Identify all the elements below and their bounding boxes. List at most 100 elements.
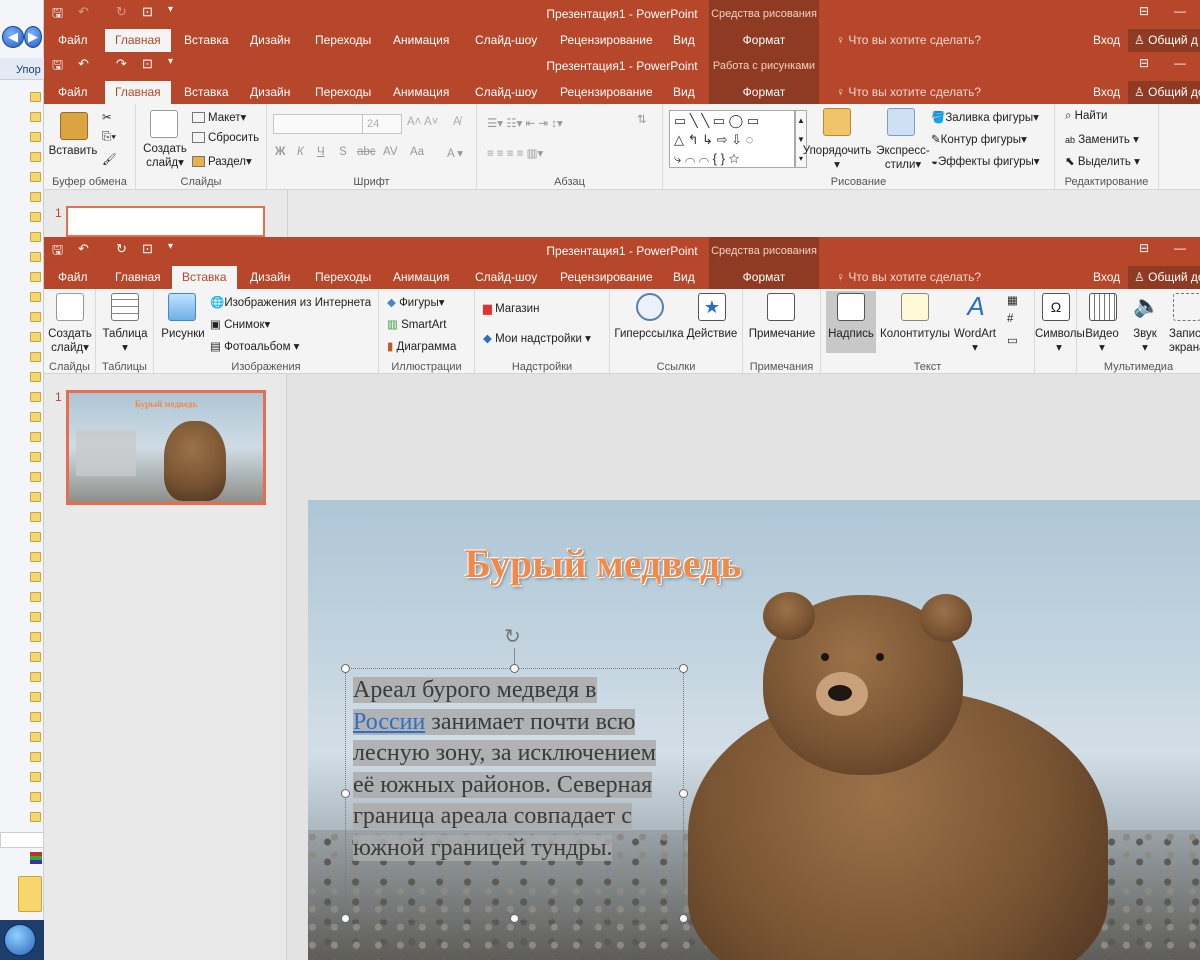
shadow-button[interactable]: S [339,146,347,158]
tab-view[interactable]: Вид [673,33,695,47]
underline-button[interactable]: Ч [317,146,325,158]
forward-arrow-icon[interactable]: ▶ [24,26,42,48]
speaker-icon[interactable]: 🔈 [1133,293,1161,321]
folder-icon[interactable] [30,412,41,422]
tab-animations[interactable]: Анимация [393,85,449,99]
folder-icon[interactable] [30,512,41,522]
resize-handle[interactable] [679,789,688,798]
share-button[interactable]: ♙ Общий д [1128,29,1200,52]
sign-in-link[interactable]: Вход [1093,270,1120,284]
tab-review[interactable]: Рецензирование [560,33,653,47]
font-size-input[interactable]: 24 [362,114,402,134]
slide-thumbnail[interactable]: Бурый медведь [66,390,266,505]
ribbon-options-icon[interactable]: ⊟ [1139,241,1149,255]
section-button[interactable]: Раздел▾ [192,154,252,168]
omega-icon[interactable]: Ω [1042,293,1070,321]
tab-design[interactable]: Дизайн [250,33,290,47]
bold-button[interactable]: Ж [275,146,285,158]
folder-icon[interactable] [30,372,41,382]
font-name-input[interactable] [273,114,363,134]
quick-styles-icon[interactable] [887,108,915,136]
find-button[interactable]: ⌕ Найти [1065,110,1107,123]
paste-icon[interactable] [60,112,88,140]
pictures-button[interactable]: Рисунки [156,327,210,341]
screen-record-button[interactable]: Записьэкрана [1169,327,1200,355]
smartart-button[interactable]: ▥ SmartArt [387,317,446,331]
tab-animations[interactable]: Анимация [393,270,449,284]
arrange-button[interactable]: Упорядочить ▾ [797,144,877,172]
tab-review[interactable]: Рецензирование [560,270,653,284]
folder-icon[interactable] [30,172,41,182]
tab-format[interactable]: Формат [709,263,819,289]
reset-button[interactable]: Сбросить [192,132,259,144]
shapes-gallery[interactable]: ▭ ╲ ╲ ▭ ◯ ▭ △ ↰ ↳ ⇨ ⇩ ◌ ⤷ ⌒ ⌒ { } ☆ [669,110,795,168]
folder-icon[interactable] [30,632,41,642]
tab-file[interactable]: Файл [58,270,88,284]
new-slide-button[interactable]: Создать слайд▾ [44,327,96,355]
tab-review[interactable]: Рецензирование [560,85,653,99]
folder-icon[interactable] [30,192,41,202]
video-icon[interactable] [1089,293,1117,321]
minimize-icon[interactable]: — [1174,241,1186,255]
screenshot-button[interactable]: ▣ Снимок▾ [210,317,270,331]
wordart-icon[interactable]: A [962,293,990,321]
new-slide-icon[interactable] [56,293,84,321]
tab-slideshow[interactable]: Слайд-шоу [475,270,537,284]
shape-fill-button[interactable]: 🪣Заливка фигуры▾ [931,110,1039,124]
slide[interactable]: Бурый медведь ↻ Ареал бурого медведя в Р… [308,500,1200,960]
sign-in-link[interactable]: Вход [1093,85,1120,99]
resize-handle[interactable] [510,664,519,673]
folder-icon[interactable] [30,672,41,682]
tab-format[interactable]: Формат [709,26,819,52]
resize-handle[interactable] [679,914,688,923]
bullets-icon[interactable]: ☰▾ ☷▾ ⇤ ⇥ ↕▾ [487,116,563,130]
folder-icon[interactable] [30,552,41,562]
folder-icon[interactable] [30,432,41,442]
online-pictures-button[interactable]: 🌐Изображения из Интернета [210,295,371,309]
tab-transitions[interactable]: Переходы [315,33,371,47]
folder-icon[interactable] [30,252,41,262]
strikethrough-button[interactable]: abc [357,146,376,158]
my-addins-button[interactable]: ◆ Мои надстройки ▾ [483,331,591,345]
action-icon[interactable]: ★ [698,293,726,321]
folder-icon[interactable] [30,112,41,122]
text-direction-icon[interactable]: ⇅ [637,112,647,126]
folder-icon[interactable] [30,232,41,242]
hyperlink-icon[interactable] [636,293,664,321]
ribbon-options-icon[interactable]: ⊟ [1139,4,1149,18]
back-arrow-icon[interactable]: ◀ [2,26,24,48]
tab-slideshow[interactable]: Слайд-шоу [475,85,537,99]
format-painter-icon[interactable]: 🖌 [102,152,117,166]
tab-file[interactable]: Файл [58,33,88,47]
pictures-icon[interactable] [168,293,196,321]
tab-transitions[interactable]: Переходы [315,85,371,99]
folder-icon[interactable] [30,792,41,802]
text-box-content[interactable]: Ареал бурого медведя в России занимает п… [353,675,671,864]
layout-button[interactable]: Макет▾ [192,110,246,124]
chart-button[interactable]: ▮ Диаграмма [387,339,456,353]
store-button[interactable]: ▆ Магазин [483,301,539,315]
folder-icon[interactable] [30,292,41,302]
folder-icon[interactable] [30,352,41,362]
folder-icon[interactable] [30,752,41,762]
rotate-handle-icon[interactable]: ↻ [504,624,521,649]
header-footer-button[interactable]: Колонтитулы [877,327,953,341]
tell-me[interactable]: ♀ Что вы хотите сделать? [836,85,981,99]
folder-icon[interactable] [30,712,41,722]
tab-slideshow[interactable]: Слайд-шоу [475,33,537,47]
action-button[interactable]: Действие [682,327,742,341]
tab-design[interactable]: Дизайн [250,270,290,284]
folder-icon[interactable] [30,212,41,222]
tab-insert[interactable]: Вставка [184,85,229,99]
text-box[interactable]: Ареал бурого медведя в России занимает п… [341,664,688,923]
start-button-icon[interactable] [4,924,36,956]
tab-animations[interactable]: Анимация [393,33,449,47]
audio-button[interactable]: Звук ▾ [1123,327,1167,355]
tab-transitions[interactable]: Переходы [315,270,371,284]
russia-link[interactable]: России [353,708,426,735]
arrange-icon[interactable] [823,108,851,136]
scroll-item[interactable] [0,832,44,848]
folder-icon[interactable] [30,312,41,322]
folder-icon[interactable] [30,732,41,742]
tab-file[interactable]: Файл [58,85,88,99]
